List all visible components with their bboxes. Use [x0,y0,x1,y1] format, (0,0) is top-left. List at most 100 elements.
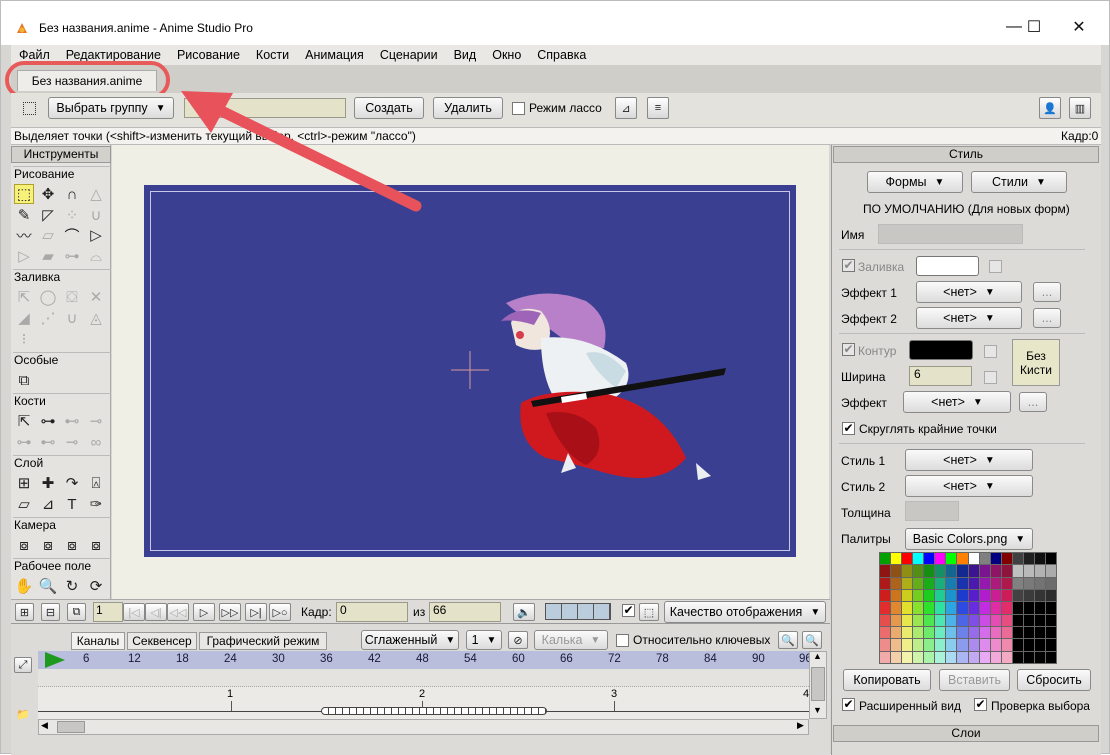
menu-view[interactable]: Вид [446,48,485,62]
effect-dropdown[interactable]: <нет> [903,391,1011,413]
palette-swatch[interactable] [1012,553,1023,565]
palette-swatch[interactable] [913,614,924,626]
palette-swatch[interactable] [1045,602,1056,614]
palette-swatch[interactable] [1034,639,1045,651]
select-shape-icon[interactable]: ⇱ [14,287,34,307]
palette-swatch[interactable] [990,651,1001,663]
thickness-field[interactable] [905,501,959,521]
round-caps-checkbox[interactable]: ✔ [842,422,855,435]
onion-skin-dropdown[interactable]: Калька [534,630,608,650]
palette-swatch[interactable] [1023,565,1034,577]
prev-keyframe-icon[interactable]: ◁| [145,603,167,621]
menu-draw[interactable]: Рисование [169,48,248,62]
palette-swatch[interactable] [968,565,979,577]
palette-swatch[interactable] [880,626,891,639]
brush-preview[interactable]: Без Кисти [1012,339,1060,386]
palette-swatch[interactable] [1001,577,1012,589]
palette-swatch[interactable] [1012,577,1023,589]
curve-profile-icon[interactable]: ⌒ [62,225,82,245]
draw-shape-icon[interactable]: ◸ [38,205,58,225]
rotate-points-icon[interactable]: △ [86,184,106,204]
total-frames-field[interactable]: 66 [429,602,501,622]
shapes-dropdown[interactable]: Формы [867,171,963,193]
palette-swatch[interactable] [935,553,946,565]
palette-swatch[interactable] [1023,553,1034,565]
palette-swatch[interactable] [1045,651,1056,663]
step-forward-icon[interactable]: ▷▷ [219,603,241,621]
select-bone-icon[interactable]: ⇱ [14,411,34,431]
scrollbar-thumb[interactable] [57,721,85,733]
palette-swatch[interactable] [880,589,891,602]
palette-swatch[interactable] [935,651,946,663]
tab-channels[interactable]: Каналы [71,632,125,650]
shear-layer-icon[interactable]: ▱ [14,494,34,514]
set-origin-icon[interactable]: ⍓ [86,473,106,493]
palette-swatch[interactable] [979,626,990,639]
flip-layer-icon[interactable]: ⊿ [38,494,58,514]
delete-button[interactable]: Удалить [433,97,503,119]
palette-swatch[interactable] [979,589,990,602]
zoom-icon[interactable]: 🔍 [38,576,58,596]
palette-swatch[interactable] [990,565,1001,577]
maximize-button[interactable]: ☐ [1011,13,1057,41]
palette-swatch[interactable] [946,589,957,602]
color-palette[interactable] [879,552,1057,664]
menu-scripts[interactable]: Сценарии [372,48,446,62]
stroke-color-swatch[interactable] [909,340,973,360]
effect1-edit-button[interactable]: ... [1033,282,1061,302]
palette-swatch[interactable] [891,577,902,589]
menu-animation[interactable]: Анимация [297,48,372,62]
menu-help[interactable]: Справка [529,48,594,62]
palette-swatch[interactable] [968,626,979,639]
insert-text-icon[interactable]: ⧉ [14,370,34,390]
reparent-bone-icon[interactable]: ⊷ [62,411,82,431]
palette-swatch[interactable] [913,589,924,602]
palette-swatch[interactable] [979,553,990,565]
paint-bucket-icon[interactable]: ⛋ [62,287,82,307]
current-frame-field[interactable]: 0 [336,602,408,622]
rotate-layer-icon[interactable]: ↷ [62,473,82,493]
palette-swatch[interactable] [935,577,946,589]
relative-keys-checkbox[interactable] [616,634,629,647]
shear-icon[interactable]: ▷ [14,246,34,266]
display-quality-dropdown[interactable]: Качество отображения [664,601,826,623]
palette-swatch[interactable] [968,553,979,565]
palette-swatch[interactable] [979,577,990,589]
add-point-icon[interactable]: ✎ [14,205,34,225]
palette-swatch[interactable] [957,589,968,602]
palette-swatch[interactable] [1012,626,1023,639]
palette-swatch[interactable] [891,651,902,663]
pan-tilt-camera-icon[interactable]: ⧇ [86,535,106,555]
translate-points-icon[interactable]: ✥ [38,184,58,204]
curvature-icon[interactable]: 〰 [14,225,34,245]
palette-swatch[interactable] [990,553,1001,565]
palette-swatch[interactable] [968,651,979,663]
palette-swatch[interactable] [924,577,935,589]
palette-swatch[interactable] [968,639,979,651]
copy-keyframe-icon[interactable]: ⧉ [67,603,86,621]
style2-dropdown[interactable]: <нет> [905,475,1033,497]
flip-vertical-icon[interactable]: ≡ [647,97,669,119]
menu-window[interactable]: Окно [484,48,529,62]
text-icon[interactable]: T [62,494,82,514]
palette-swatch[interactable] [924,626,935,639]
palette-dropdown[interactable]: Basic Colors.png [905,528,1033,550]
effect2-dropdown[interactable]: <нет> [916,307,1022,329]
copy-button[interactable]: Копировать [843,669,931,691]
stroke-checkbox[interactable]: ✔ [842,343,855,356]
palette-swatch[interactable] [1023,626,1034,639]
folder-icon[interactable]: 📁 [14,707,32,721]
palette-swatch[interactable] [891,639,902,651]
palette-swatch[interactable] [1012,602,1023,614]
select-group-dropdown[interactable]: Выбрать группу [48,97,174,119]
palette-swatch[interactable] [924,614,935,626]
tab-sequencer[interactable]: Секвенсер [127,632,197,650]
effect-edit-button[interactable]: ... [1019,392,1047,412]
palette-swatch[interactable] [968,614,979,626]
palette-swatch[interactable] [1023,651,1034,663]
palette-swatch[interactable] [913,639,924,651]
palette-swatch[interactable] [1001,626,1012,639]
palette-swatch[interactable] [891,614,902,626]
transform-bone-icon[interactable]: ⊶ [14,432,34,452]
palette-swatch[interactable] [1045,565,1056,577]
